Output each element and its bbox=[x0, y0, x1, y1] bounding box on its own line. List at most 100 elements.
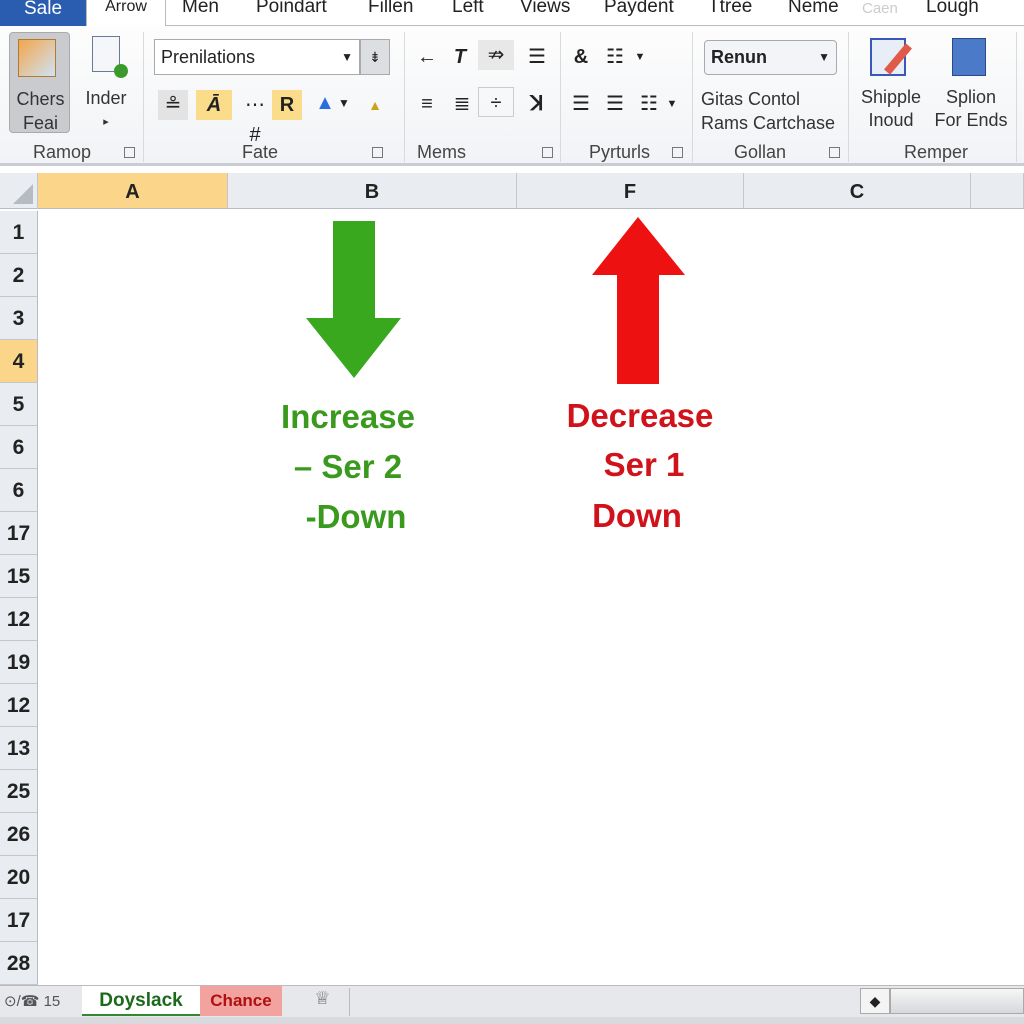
row-header[interactable]: 5 bbox=[0, 383, 38, 426]
outdent-icon[interactable]: ☰ bbox=[600, 89, 630, 119]
expand-arrow-icon: ▸ bbox=[103, 116, 109, 128]
group-label-remper: Remper bbox=[904, 142, 969, 162]
fill-dropdown-icon[interactable]: ▼ bbox=[336, 88, 352, 118]
italic-t-icon[interactable]: T bbox=[445, 42, 475, 72]
warning-icon[interactable]: ▲ bbox=[360, 90, 390, 120]
align-left-icon[interactable]: ≡ bbox=[412, 89, 442, 119]
row-header[interactable]: 4 bbox=[0, 340, 38, 383]
sheet-nav-buttons[interactable]: ⊙/☎ 15 bbox=[4, 992, 60, 1010]
worksheet-grid[interactable] bbox=[0, 173, 1024, 985]
tab-left[interactable]: Left bbox=[452, 0, 484, 18]
pyrturls-launcher-icon[interactable] bbox=[672, 147, 683, 158]
database-help-icon bbox=[952, 38, 986, 76]
tab-poindart[interactable]: Poindart bbox=[256, 0, 327, 18]
group-label-gollan: Gollan bbox=[734, 142, 787, 162]
style-combo[interactable]: Prenilations ▼ bbox=[154, 39, 360, 75]
row-header[interactable]: 12 bbox=[0, 684, 38, 727]
sheet-tab-doyslack[interactable]: Doyslack bbox=[82, 986, 200, 1016]
gitas-contol-button[interactable]: Gitas Contol bbox=[701, 87, 800, 111]
paste-icon bbox=[18, 39, 56, 77]
horizontal-scrollbar[interactable] bbox=[890, 988, 1024, 1014]
add-badge-icon bbox=[114, 64, 128, 78]
tab-neme[interactable]: Neme bbox=[788, 0, 839, 18]
splion-for-ends-button[interactable]: Splion For Ends bbox=[932, 34, 1010, 134]
fate-launcher-icon[interactable] bbox=[372, 147, 383, 158]
combo-more-button[interactable]: ⇟ bbox=[360, 39, 390, 75]
tab-fillen[interactable]: Fillen bbox=[368, 0, 413, 18]
tab-lough[interactable]: Lough bbox=[926, 0, 979, 18]
sheet-tab-chance[interactable]: Chance bbox=[200, 986, 282, 1016]
chevron-down-icon[interactable]: ▼ bbox=[632, 42, 648, 72]
divider bbox=[848, 32, 849, 162]
mems-launcher-icon[interactable] bbox=[542, 147, 553, 158]
select-all-corner[interactable] bbox=[0, 173, 38, 209]
rams-cartchase-button[interactable]: Rams Cartchase bbox=[701, 111, 835, 135]
row-header[interactable]: 1 bbox=[0, 211, 38, 254]
scroll-left-icon[interactable]: ◆ bbox=[860, 988, 890, 1014]
format-r-icon[interactable]: R bbox=[272, 90, 302, 120]
tab-paydent[interactable]: Paydent bbox=[604, 0, 674, 18]
row-header[interactable]: 28 bbox=[0, 942, 38, 985]
arrow-left-icon[interactable]: ← bbox=[412, 42, 442, 72]
row-header[interactable]: 20 bbox=[0, 856, 38, 899]
red-down-label: Down bbox=[592, 497, 682, 534]
row-header[interactable]: 6 bbox=[0, 426, 38, 469]
row-header[interactable]: 6 bbox=[0, 469, 38, 512]
row-header[interactable]: 26 bbox=[0, 813, 38, 856]
new-sheet-icon[interactable]: ♕ bbox=[296, 988, 350, 1016]
column-header-b[interactable]: B bbox=[228, 173, 517, 209]
divider bbox=[692, 32, 693, 162]
column-header-next[interactable] bbox=[971, 173, 1024, 209]
select-all-triangle-icon bbox=[13, 184, 33, 204]
row-header[interactable]: 13 bbox=[0, 727, 38, 770]
shipple-inoud-button[interactable]: Shipple Inoud bbox=[856, 34, 926, 134]
column-header-c[interactable]: C bbox=[744, 173, 971, 209]
row-header[interactable]: 19 bbox=[0, 641, 38, 684]
wrap-icon[interactable]: ⇏ bbox=[478, 40, 514, 70]
tab-arrow[interactable]: Arrow bbox=[86, 0, 166, 27]
row-header[interactable]: 25 bbox=[0, 770, 38, 813]
ser2-label: – Ser 2 bbox=[293, 448, 403, 485]
indent-icon[interactable]: ☰ bbox=[566, 89, 596, 119]
divider bbox=[143, 32, 144, 162]
align-top-icon[interactable]: ☰ bbox=[522, 42, 552, 72]
align-middle-icon[interactable]: ÷ bbox=[478, 87, 514, 117]
gollan-launcher-icon[interactable] bbox=[829, 147, 840, 158]
renun-combo[interactable]: Renun ▼ bbox=[704, 40, 837, 75]
list-edit-icon[interactable]: ☷ bbox=[600, 42, 630, 72]
chevron-down-icon[interactable]: ▼ bbox=[664, 89, 680, 119]
row-header[interactable]: 2 bbox=[0, 254, 38, 297]
group-label-mems: Mems bbox=[417, 142, 466, 162]
row-header[interactable]: 17 bbox=[0, 512, 38, 555]
columns-icon[interactable]: ☷ bbox=[634, 89, 664, 119]
divider bbox=[560, 32, 561, 162]
tab-views[interactable]: Views bbox=[520, 0, 570, 18]
tab-sale[interactable]: Sale bbox=[0, 0, 86, 26]
orientation-icon[interactable]: ꓘ bbox=[522, 89, 552, 119]
tab-caen[interactable]: Caen bbox=[862, 0, 898, 17]
strike-icon[interactable]: ⋯# bbox=[240, 90, 270, 146]
inder-label: Inder bbox=[85, 88, 127, 108]
row-header[interactable]: 12 bbox=[0, 598, 38, 641]
column-header-f[interactable]: F bbox=[517, 173, 744, 209]
ser1-label: Ser 1 bbox=[603, 446, 685, 483]
group-label-pyrturls: Pyrturls bbox=[589, 142, 651, 162]
inder-button[interactable]: Inder ▸ bbox=[82, 32, 130, 132]
tab-ttree[interactable]: Ttree bbox=[708, 0, 752, 18]
row-header[interactable]: 17 bbox=[0, 899, 38, 942]
column-header-a[interactable]: A bbox=[38, 173, 228, 209]
font-style-icon[interactable]: Ā bbox=[196, 90, 232, 120]
clear-format-icon[interactable]: & bbox=[566, 42, 596, 72]
tab-men[interactable]: Men bbox=[182, 0, 219, 18]
group-label-fate: Fate bbox=[242, 142, 279, 162]
renun-combo-value: Renun bbox=[711, 47, 767, 67]
ramop-launcher-icon[interactable] bbox=[124, 147, 135, 158]
style-combo-value: Prenilations bbox=[161, 47, 256, 67]
splion-for-ends-label: Splion For Ends bbox=[934, 87, 1008, 130]
chers-feai-button[interactable]: Chers Feai bbox=[9, 32, 70, 133]
increase-label: Increase bbox=[281, 398, 415, 435]
row-header[interactable]: 3 bbox=[0, 297, 38, 340]
underline-icon[interactable]: ≗ bbox=[158, 90, 188, 120]
row-header[interactable]: 15 bbox=[0, 555, 38, 598]
align-center-icon[interactable]: ≣ bbox=[447, 89, 477, 119]
